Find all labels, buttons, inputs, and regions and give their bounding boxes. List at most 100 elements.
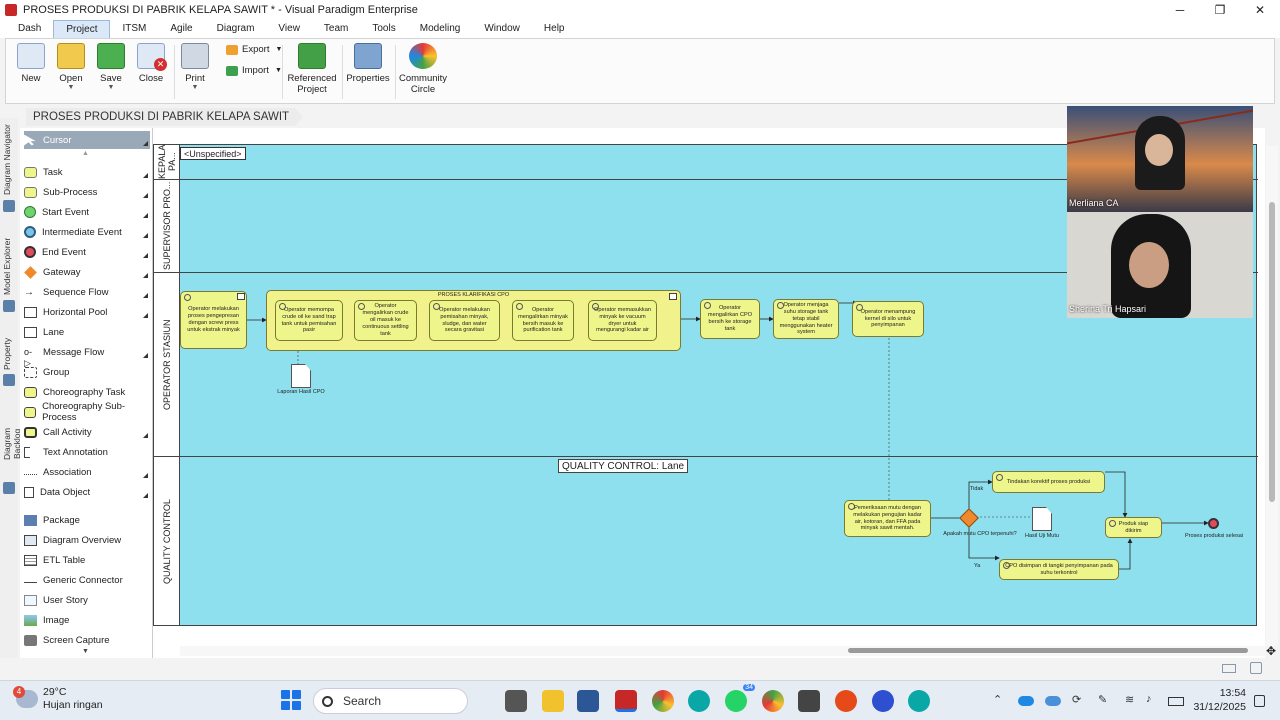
data-object-laporan[interactable] <box>291 364 311 388</box>
sync-icon[interactable]: ⟳ <box>1072 693 1081 706</box>
palette-sub-process[interactable]: Sub-Process <box>24 183 150 201</box>
scroll-thumb[interactable] <box>848 648 1248 653</box>
cloud-icon[interactable] <box>1045 696 1061 706</box>
lane-label-quality-control[interactable]: QUALITY CONTROL <box>154 457 180 627</box>
zoom-icon[interactable] <box>872 690 894 712</box>
menu-team[interactable]: Team <box>312 20 360 38</box>
visual-paradigm-taskbar-icon[interactable] <box>615 690 637 712</box>
windows-start-button[interactable] <box>281 690 301 710</box>
task-storage-tank[interactable]: Operator mengalirkan CPO bersih ke stora… <box>700 299 760 339</box>
menu-dash[interactable]: Dash <box>6 20 53 38</box>
palette-screen-capture[interactable]: Screen Capture <box>24 631 150 649</box>
palette-intermediate-event[interactable]: Intermediate Event <box>24 223 150 241</box>
palette-start-event[interactable]: Start Event <box>24 203 150 221</box>
task-heater[interactable]: Operator menjaga suhu storage tank tetap… <box>773 299 839 339</box>
task-view-icon[interactable] <box>505 690 527 712</box>
palette-message-flow[interactable]: o-▷ Message Flow <box>24 343 150 368</box>
palette-etl-table[interactable]: ETL Table <box>24 551 150 569</box>
weather-widget[interactable]: 4 29°C Hujan ringan <box>13 686 103 712</box>
pen-icon[interactable]: ✎ <box>1098 693 1107 706</box>
print-button[interactable]: Print ▼ <box>178 43 212 91</box>
file-explorer-icon[interactable] <box>542 690 564 712</box>
move-icon[interactable]: ✥ <box>1266 644 1276 658</box>
maximize-button[interactable]: ❐ <box>1200 0 1240 20</box>
palette-cursor[interactable]: Cursor <box>24 131 150 149</box>
menu-diagram[interactable]: Diagram <box>205 20 267 38</box>
taskbar-search[interactable]: Search <box>313 688 468 714</box>
minimize-button[interactable]: ─ <box>1160 0 1200 20</box>
palette-user-story[interactable]: User Story <box>24 591 150 609</box>
menu-modeling[interactable]: Modeling <box>408 20 473 38</box>
mail-icon[interactable] <box>1222 664 1236 673</box>
task-sand-trap[interactable]: Operator memompa crude oil ke sand trap … <box>275 300 343 341</box>
palette-choreography-sub-process[interactable]: Choreography Sub-Process <box>24 401 150 423</box>
lane-label-supervisor[interactable]: SUPERVISOR PRO... <box>154 180 180 272</box>
task-pengepresan[interactable]: Operator melakukan proses pengepresan de… <box>180 291 247 349</box>
task-pemeriksaan-mutu[interactable]: Pemeriksaan mutu dengan melakukan penguj… <box>844 500 931 537</box>
scroll-up-icon[interactable]: ▲ <box>82 150 89 157</box>
task-vacuum-dryer[interactable]: Operator memasukkan minyak ke vacuum dry… <box>588 300 657 341</box>
palette-text-annotation[interactable]: Text Annotation <box>24 443 150 461</box>
palette-gateway[interactable]: Gateway <box>24 263 150 281</box>
taskbar-clock[interactable]: 13:54 31/12/2025 <box>1190 686 1246 714</box>
lane-label-kepala[interactable]: KEPALA PA... <box>154 145 180 179</box>
vertical-scrollbar[interactable] <box>1266 146 1278 646</box>
data-object-hasil-uji[interactable] <box>1032 507 1052 531</box>
scroll-down-icon[interactable]: ▼ <box>82 648 89 655</box>
task-settling-tank[interactable]: Operator mengalirkan crude oil masuk ke … <box>354 300 417 341</box>
tab-model-explorer[interactable]: Model Explorer <box>2 234 16 298</box>
qc-lane-label[interactable]: QUALITY CONTROL: Lane <box>558 459 689 473</box>
breadcrumb[interactable]: PROSES PRODUKSI DI PABRIK KELAPA SAWIT <box>26 108 303 126</box>
task-silo[interactable]: Operator menampung kernel di silo untuk … <box>852 301 924 337</box>
close-window-button[interactable]: ✕ <box>1240 0 1280 20</box>
menu-view[interactable]: View <box>266 20 312 38</box>
palette-lane[interactable]: Lane <box>24 323 150 341</box>
pool-label[interactable]: <Unspecified> <box>180 147 246 160</box>
chrome-icon[interactable] <box>652 690 674 712</box>
menu-tools[interactable]: Tools <box>360 20 407 38</box>
task-pemisahan[interactable]: Operator melakukan pemisahan minyak, slu… <box>429 300 500 341</box>
battery-icon[interactable] <box>1168 697 1184 706</box>
task-cpo-disimpan[interactable]: CPO disimpan di tangki penyimpanan pada … <box>999 559 1119 580</box>
palette-horizontal-pool[interactable]: Horizontal Pool <box>24 303 150 321</box>
end-event[interactable] <box>1208 518 1219 529</box>
chevron-up-icon[interactable]: ⌃ <box>993 693 1002 706</box>
word-icon[interactable] <box>577 690 599 712</box>
import-button[interactable]: Import ▼ <box>226 65 282 76</box>
edit-icon[interactable] <box>1250 662 1262 674</box>
task-produk-siap[interactable]: Produk siap dikirim <box>1105 517 1162 538</box>
browser-icon[interactable] <box>835 690 857 712</box>
onedrive-icon[interactable] <box>1018 696 1034 706</box>
palette-association[interactable]: Association <box>24 463 150 481</box>
community-circle-button[interactable]: Community Circle <box>398 43 448 95</box>
palette-diagram-overview[interactable]: Diagram Overview <box>24 531 150 549</box>
volume-icon[interactable]: ♪ <box>1146 693 1152 705</box>
export-button[interactable]: Export ▼ <box>226 44 282 55</box>
task-purification[interactable]: Operator mengalirkan minyak bersih masuk… <box>512 300 574 341</box>
palette-package[interactable]: Package <box>24 511 150 529</box>
menu-window[interactable]: Window <box>472 20 532 38</box>
tab-property[interactable]: Property <box>2 336 16 372</box>
notification-icon[interactable] <box>1254 695 1265 707</box>
palette-choreography-task[interactable]: Choreography Task <box>24 383 150 401</box>
whatsapp-icon[interactable]: 34 <box>725 684 755 712</box>
tab-diagram-backlog[interactable]: Diagram Backlog <box>2 412 22 476</box>
wifi-icon[interactable]: ≋ <box>1125 693 1134 706</box>
new-button[interactable]: New <box>14 43 48 84</box>
save-button[interactable]: Save ▼ <box>94 43 128 91</box>
scroll-thumb[interactable] <box>1269 202 1275 502</box>
close-button[interactable]: ✕ Close <box>134 43 168 84</box>
gateway-mutu[interactable] <box>959 508 979 528</box>
palette-call-activity[interactable]: Call Activity <box>24 423 150 441</box>
palette-generic-connector[interactable]: Generic Connector <box>24 571 150 589</box>
properties-button[interactable]: Properties <box>346 43 390 84</box>
palette-image[interactable]: Image <box>24 611 150 629</box>
palette-end-event[interactable]: End Event <box>24 243 150 261</box>
tab-diagram-navigator[interactable]: Diagram Navigator <box>2 120 16 200</box>
referenced-project-button[interactable]: Referenced Project <box>286 43 338 95</box>
palette-data-object[interactable]: Data Object <box>24 483 150 501</box>
task-tindakan-korektif[interactable]: Tindakan korektif proses produksi <box>992 471 1105 493</box>
palette-group[interactable]: Group <box>24 363 150 381</box>
horizontal-scrollbar[interactable] <box>180 646 1266 656</box>
open-button[interactable]: Open ▼ <box>54 43 88 91</box>
